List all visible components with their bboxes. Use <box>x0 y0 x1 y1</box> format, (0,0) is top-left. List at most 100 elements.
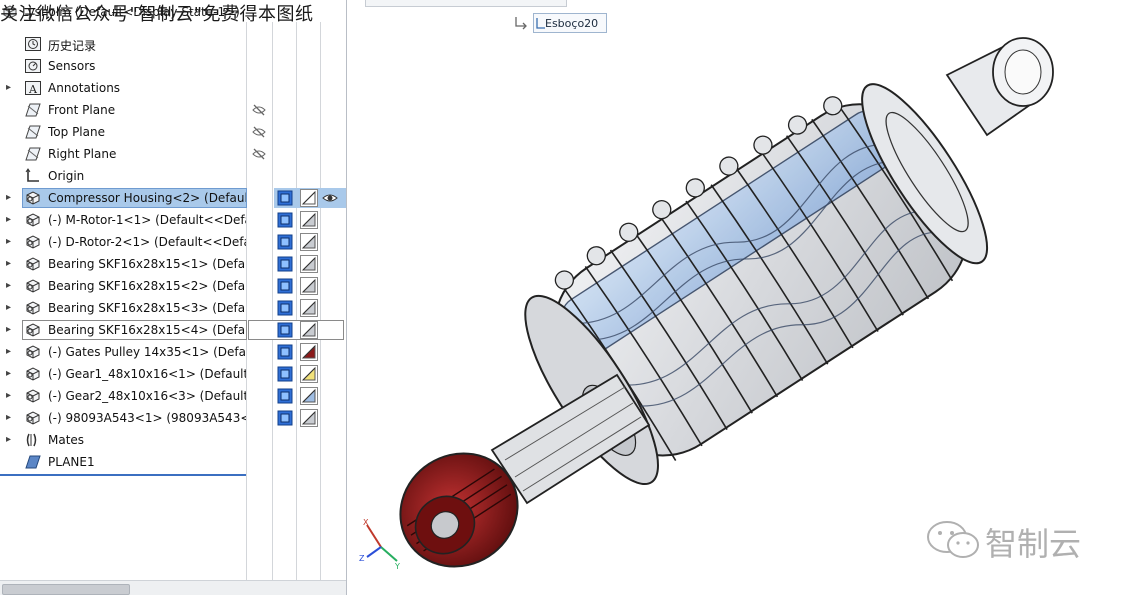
tree-item[interactable]: ▸ (-) Gear2_48x10x16<3> (Default<- <box>0 385 346 407</box>
part-icon <box>24 410 42 426</box>
display-state-icon[interactable] <box>300 387 318 405</box>
tree-item[interactable]: ▸ Bearing SKF16x28x15<1> (Default <box>0 253 346 275</box>
display-state-icon[interactable] <box>300 299 318 317</box>
hidden-eye-icon[interactable] <box>251 147 267 161</box>
part-icon <box>24 234 42 250</box>
tree-item-label: (-) 98093A543<1> (98093A543<< <box>48 411 246 425</box>
display-state-icon[interactable] <box>300 189 318 207</box>
tree-item[interactable]: Top Plane <box>0 121 346 143</box>
part-icon <box>24 388 42 404</box>
plane1-icon <box>24 454 42 470</box>
part-icon <box>24 322 42 338</box>
expand-arrow-icon[interactable]: ▸ <box>6 302 14 314</box>
tree-item[interactable]: ▸ (-) M-Rotor-1<1> (Default<<Defa <box>0 209 346 231</box>
selection-box-columns <box>248 320 344 340</box>
expand-arrow-icon[interactable]: ▸ <box>6 258 14 270</box>
expand-arrow-icon[interactable]: ▸ <box>6 434 14 446</box>
configuration-cube-icon[interactable] <box>277 212 293 228</box>
horizontal-scrollbar[interactable] <box>0 580 346 595</box>
tree-item[interactable]: ▸ Bearing SKF16x28x15<2> (Default <box>0 275 346 297</box>
heads-up-toolbar[interactable] <box>365 0 567 7</box>
tree-item[interactable]: Right Plane <box>0 143 346 165</box>
tree-item[interactable]: ▸ A Annotations <box>0 77 346 99</box>
configuration-cube-icon[interactable] <box>277 278 293 294</box>
display-state-icon[interactable] <box>300 343 318 361</box>
tree-item[interactable]: PLANE1 <box>0 451 346 473</box>
tree-end-marker <box>0 474 246 476</box>
visibility-eye-icon[interactable] <box>322 191 338 205</box>
display-state-icon[interactable] <box>300 321 318 339</box>
display-state-icon[interactable] <box>300 409 318 427</box>
tree-item[interactable]: ▸ Bearing SKF16x28x15<4> (Default <box>0 319 346 341</box>
expand-arrow-icon[interactable]: ▸ <box>6 390 14 402</box>
expand-arrow-icon[interactable]: ▸ <box>6 412 14 424</box>
configuration-cube-icon[interactable] <box>277 388 293 404</box>
part-icon <box>24 190 42 206</box>
tree-item[interactable]: Origin <box>0 165 346 187</box>
tree-item[interactable]: ▸ (-) Gear1_48x10x16<1> (Default<- <box>0 363 346 385</box>
display-state-icon[interactable] <box>300 255 318 273</box>
part-icon <box>24 212 42 228</box>
tree-item-label: 历史记录 <box>48 39 97 53</box>
plane-icon <box>24 146 42 162</box>
configuration-cube-icon[interactable] <box>277 322 293 338</box>
tree-item[interactable]: ▸ (-) D-Rotor-2<1> (Default<<Defau <box>0 231 346 253</box>
feature-manager-tree: Lysholm (Default<Display State-1>) 关注微信公… <box>0 0 347 595</box>
svg-text:X: X <box>363 518 369 527</box>
configuration-cube-icon[interactable] <box>277 190 293 206</box>
configuration-cube-icon[interactable] <box>277 256 293 272</box>
tree-item[interactable]: ▸ Compressor Housing<2> (Default <box>0 187 346 209</box>
expand-arrow-icon[interactable]: ▸ <box>6 192 14 204</box>
expand-arrow-icon[interactable]: ▸ <box>6 82 14 94</box>
tree-item-label: (-) Gear2_48x10x16<3> (Default<- <box>48 389 246 403</box>
tree-item-label: (-) Gear1_48x10x16<1> (Default<- <box>48 367 246 381</box>
expand-arrow-icon[interactable]: ▸ <box>6 324 14 336</box>
tree-item[interactable]: 历史记录 <box>0 33 346 55</box>
configuration-cube-icon[interactable] <box>277 366 293 382</box>
expand-arrow-icon[interactable]: ▸ <box>6 368 14 380</box>
expand-arrow-icon[interactable]: ▸ <box>6 214 14 226</box>
tree-item-label: Right Plane <box>48 147 117 161</box>
expand-arrow-icon[interactable] <box>6 148 14 160</box>
tree-item[interactable]: ▸ (-) 98093A543<1> (98093A543<< <box>0 407 346 429</box>
tree-item-label: Bearing SKF16x28x15<3> (Default <box>48 301 246 315</box>
configuration-cube-icon[interactable] <box>277 410 293 426</box>
display-state-icon[interactable] <box>300 233 318 251</box>
tree-item[interactable]: Sensors <box>0 55 346 77</box>
expand-arrow-icon[interactable] <box>6 60 14 72</box>
expand-arrow-icon[interactable]: ▸ <box>6 346 14 358</box>
tree-item[interactable]: ▸ (-) Gates Pulley 14x35<1> (Default <box>0 341 346 363</box>
configuration-cube-icon[interactable] <box>277 344 293 360</box>
tree-item-label: Origin <box>48 169 85 183</box>
inlet-port[interactable] <box>945 37 1054 137</box>
axis-triad-icon: X Y Z <box>359 518 400 571</box>
tree-item-label: Bearing SKF16x28x15<2> (Default <box>48 279 246 293</box>
expand-arrow-icon[interactable] <box>6 104 14 116</box>
expand-arrow-icon[interactable] <box>6 38 14 50</box>
hidden-eye-icon[interactable] <box>251 125 267 139</box>
expand-arrow-icon[interactable]: ▸ <box>6 236 14 248</box>
tree-item[interactable]: ▸ Mates <box>0 429 346 451</box>
expand-arrow-icon[interactable] <box>6 170 14 182</box>
display-state-icon[interactable] <box>300 277 318 295</box>
part-icon <box>24 278 42 294</box>
hidden-eye-icon[interactable] <box>251 103 267 117</box>
display-state-icon[interactable] <box>300 365 318 383</box>
supercharger-3d-model[interactable] <box>387 25 1087 570</box>
tree-item-label: Annotations <box>48 81 121 95</box>
tree-item[interactable]: Front Plane <box>0 99 346 121</box>
graphics-viewport[interactable]: Esboço20 X Y Z 智制云 <box>347 0 1133 595</box>
part-icon <box>24 256 42 272</box>
scrollbar-thumb[interactable] <box>2 584 130 595</box>
tree-item-label: (-) M-Rotor-1<1> (Default<<Defa <box>48 213 246 227</box>
part-icon <box>24 344 42 360</box>
svg-text:A: A <box>28 83 38 96</box>
expand-arrow-icon[interactable] <box>6 456 14 468</box>
display-state-icon[interactable] <box>300 211 318 229</box>
wechat-logo-icon <box>927 521 979 558</box>
configuration-cube-icon[interactable] <box>277 300 293 316</box>
tree-item[interactable]: ▸ Bearing SKF16x28x15<3> (Default <box>0 297 346 319</box>
expand-arrow-icon[interactable]: ▸ <box>6 280 14 292</box>
configuration-cube-icon[interactable] <box>277 234 293 250</box>
expand-arrow-icon[interactable] <box>6 126 14 138</box>
